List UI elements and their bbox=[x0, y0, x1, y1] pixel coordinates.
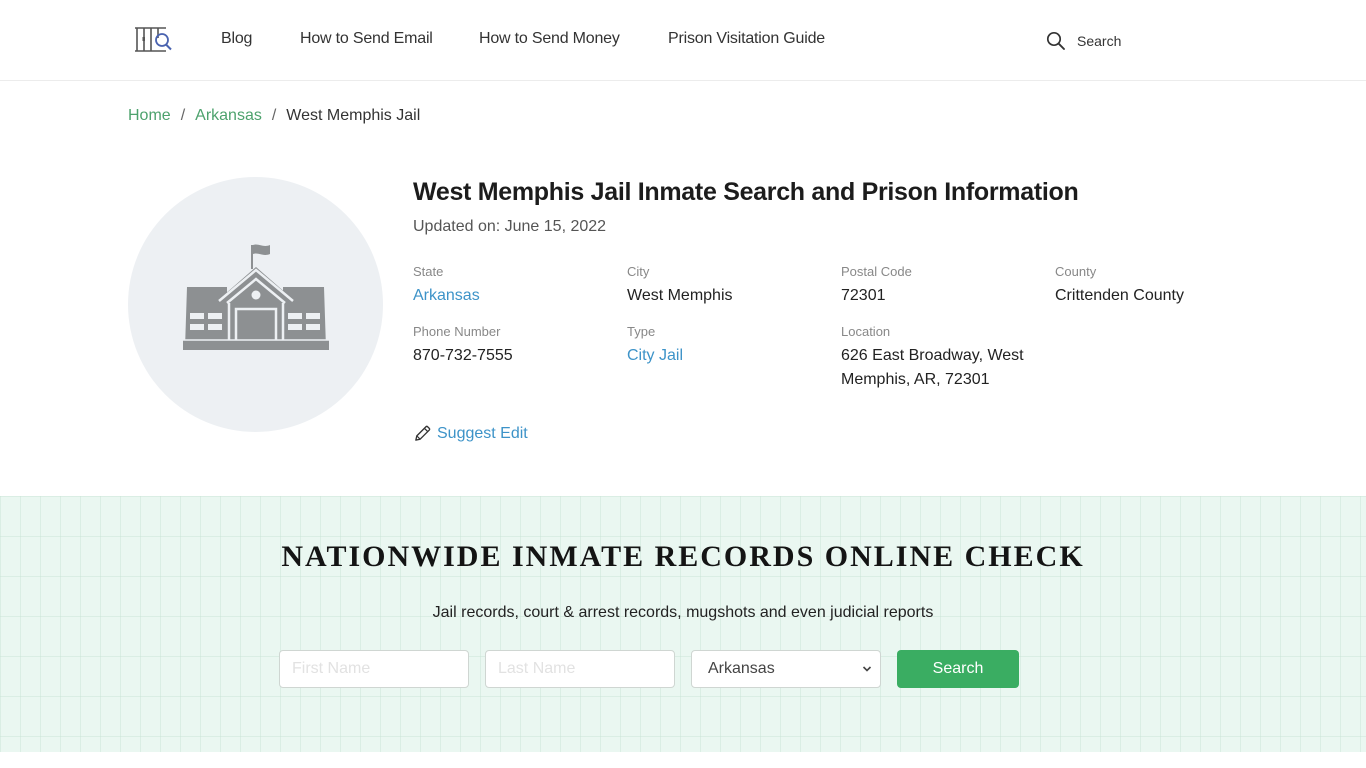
state-link[interactable]: Arkansas bbox=[413, 284, 623, 308]
field-type: Type City Jail bbox=[627, 324, 837, 368]
site-header: Blog How to Send Email How to Send Money… bbox=[0, 0, 1366, 81]
nav-prison-visitation-guide[interactable]: Prison Visitation Guide bbox=[668, 30, 825, 48]
breadcrumb-separator: / bbox=[271, 107, 277, 124]
type-link[interactable]: City Jail bbox=[627, 344, 837, 368]
nav-blog[interactable]: Blog bbox=[221, 30, 252, 48]
nav-how-to-send-money[interactable]: How to Send Money bbox=[479, 30, 620, 48]
records-search-button[interactable]: Search bbox=[897, 650, 1019, 688]
field-label: City bbox=[627, 264, 650, 279]
records-heading: NATIONWIDE INMATE RECORDS ONLINE CHECK bbox=[281, 540, 1085, 573]
breadcrumb: Home / Arkansas / West Memphis Jail bbox=[128, 107, 420, 125]
search-label: Search bbox=[1077, 33, 1122, 49]
field-location: Location 626 East Broadway, West Memphis… bbox=[841, 324, 1041, 392]
facility-image bbox=[128, 177, 383, 432]
field-value: Crittenden County bbox=[1055, 287, 1184, 304]
field-label: Phone Number bbox=[413, 324, 501, 339]
suggest-edit-link[interactable]: Suggest Edit bbox=[413, 424, 528, 443]
suggest-edit-label: Suggest Edit bbox=[437, 424, 528, 442]
building-icon bbox=[182, 244, 329, 350]
breadcrumb-arkansas[interactable]: Arkansas bbox=[195, 107, 262, 124]
header-search-button[interactable]: Search bbox=[1046, 30, 1121, 52]
breadcrumb-current: West Memphis Jail bbox=[286, 107, 421, 124]
inmate-records-search-section: NATIONWIDE INMATE RECORDS ONLINE CHECK J… bbox=[0, 496, 1366, 752]
breadcrumb-home[interactable]: Home bbox=[128, 107, 171, 124]
field-county: County Crittenden County bbox=[1055, 264, 1265, 308]
pencil-icon bbox=[415, 425, 431, 441]
jail-bars-magnifier-icon[interactable] bbox=[134, 26, 174, 54]
page-title: West Memphis Jail Inmate Search and Pris… bbox=[413, 178, 1079, 206]
field-label: Type bbox=[627, 324, 656, 339]
first-name-input[interactable] bbox=[279, 650, 469, 688]
field-label: State bbox=[413, 264, 444, 279]
field-label: County bbox=[1055, 264, 1097, 279]
field-city: City West Memphis bbox=[627, 264, 837, 308]
field-value: 626 East Broadway, West Memphis, AR, 723… bbox=[841, 347, 1024, 388]
field-postal-code: Postal Code 72301 bbox=[841, 264, 1051, 308]
field-value: West Memphis bbox=[627, 287, 733, 304]
state-select[interactable]: Arkansas bbox=[691, 650, 881, 688]
field-value: 870-732-7555 bbox=[413, 347, 513, 364]
field-label: Postal Code bbox=[841, 264, 912, 279]
updated-date: Updated on: June 15, 2022 bbox=[413, 218, 607, 235]
field-value: 72301 bbox=[841, 287, 886, 304]
last-name-input[interactable] bbox=[485, 650, 675, 688]
field-state: State Arkansas bbox=[413, 264, 623, 308]
search-icon bbox=[1046, 31, 1065, 50]
nav-how-to-send-email[interactable]: How to Send Email bbox=[300, 30, 433, 48]
field-phone-number: Phone Number 870-732-7555 bbox=[413, 324, 623, 368]
records-subheading: Jail records, court & arrest records, mu… bbox=[432, 604, 934, 621]
chevron-down-icon bbox=[862, 666, 872, 672]
breadcrumb-separator: / bbox=[180, 107, 186, 124]
field-label: Location bbox=[841, 324, 891, 339]
state-select-value: Arkansas bbox=[708, 660, 775, 677]
